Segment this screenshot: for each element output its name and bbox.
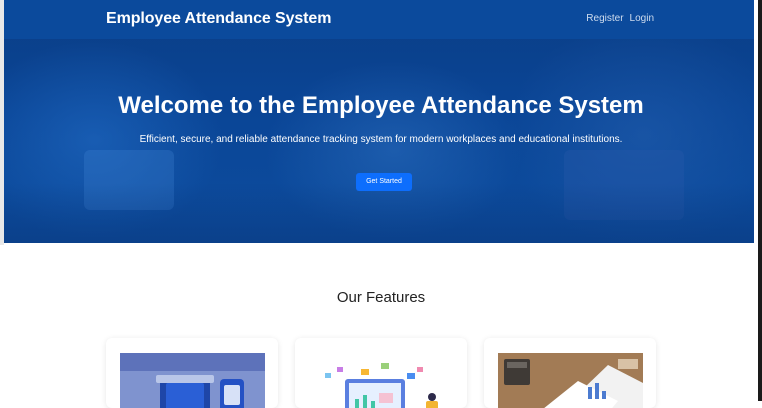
login-link[interactable]: Login [630, 13, 654, 24]
right-edge [758, 0, 762, 401]
desk-reports-illustration [498, 353, 643, 408]
brand-logo[interactable]: Employee Attendance System [106, 10, 331, 28]
navbar: Employee Attendance System Register Logi… [4, 0, 754, 39]
register-link[interactable]: Register [586, 13, 623, 24]
hero-shade [4, 183, 754, 243]
hero-banner: Employee Attendance System Register Logi… [4, 0, 754, 243]
features-title: Our Features [336, 289, 426, 306]
hero-title: Welcome to the Employee Attendance Syste… [118, 92, 644, 119]
nav-links: Register Login [586, 13, 654, 24]
desk-reports-image [498, 353, 643, 408]
biometric-device-illustration [120, 353, 265, 408]
feature-card[interactable] [484, 338, 656, 408]
dashboard-illustration-image [309, 353, 454, 408]
hero-subtitle: Efficient, secure, and reliable attendan… [139, 134, 623, 145]
get-started-button[interactable]: Get Started [356, 173, 412, 191]
feature-card[interactable] [295, 338, 467, 408]
feature-card[interactable] [106, 338, 278, 408]
biometric-device-image [120, 353, 265, 408]
dashboard-illustration [309, 353, 454, 408]
